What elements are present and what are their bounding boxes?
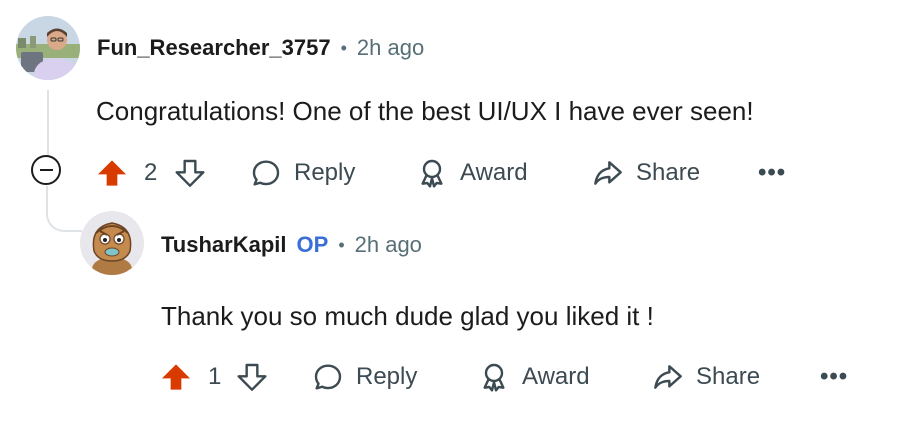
username[interactable]: Fun_Researcher_3757	[97, 35, 331, 61]
avatar[interactable]	[16, 16, 80, 80]
comment-action-bar: 1 Reply Award Share •••	[160, 357, 880, 397]
downvote-button[interactable]	[236, 357, 268, 397]
collapse-thread-button[interactable]	[31, 155, 61, 185]
reply-label: Reply	[356, 363, 418, 390]
share-button[interactable]: Share	[592, 153, 700, 193]
vote-count: 2	[144, 159, 158, 186]
more-options-button[interactable]: •••	[820, 357, 848, 397]
timestamp[interactable]: 2h ago	[355, 232, 422, 258]
reply-icon	[252, 160, 280, 186]
comment-action-bar: 2 Reply Award Share •••	[96, 153, 816, 193]
more-icon: •••	[758, 159, 787, 186]
reply-button[interactable]: Reply	[312, 357, 417, 397]
more-options-button[interactable]: •••	[758, 153, 786, 193]
user-avatar-image	[80, 211, 144, 275]
thread-line	[47, 90, 49, 156]
username[interactable]: TusharKapil	[161, 232, 287, 258]
award-icon	[483, 363, 505, 392]
award-button[interactable]: Award	[416, 153, 528, 193]
share-label: Share	[636, 159, 701, 186]
timestamp[interactable]: 2h ago	[357, 35, 424, 61]
comment-meta: Fun_Researcher_3757 • 2h ago	[97, 33, 424, 63]
upvote-button[interactable]	[160, 357, 192, 397]
reply-button[interactable]: Reply	[250, 153, 355, 193]
award-label: Award	[460, 159, 528, 186]
collapse-icon	[39, 169, 53, 171]
share-label: Share	[696, 363, 761, 390]
share-button[interactable]: Share	[652, 357, 760, 397]
upvote-icon	[162, 364, 190, 390]
award-button[interactable]: Award	[478, 357, 590, 397]
share-icon	[594, 161, 622, 185]
op-badge: OP	[296, 232, 329, 257]
vote-count: 1	[208, 363, 222, 390]
upvote-icon	[98, 160, 126, 186]
meta-separator: •	[340, 37, 347, 58]
comment-body: Congratulations! One of the best UI/UX I…	[96, 96, 754, 126]
upvote-button[interactable]	[96, 153, 128, 193]
reply-icon	[314, 364, 342, 390]
thread-connector	[46, 186, 82, 232]
more-icon: •••	[820, 363, 849, 390]
downvote-button[interactable]	[174, 153, 206, 193]
share-icon	[654, 365, 682, 389]
reply-label: Reply	[294, 159, 356, 186]
avatar[interactable]	[80, 211, 144, 275]
user-avatar-image	[16, 16, 80, 80]
meta-separator: •	[338, 234, 345, 255]
comment-body: Thank you so much dude glad you liked it…	[161, 301, 654, 331]
downvote-icon	[237, 363, 267, 391]
award-icon	[421, 159, 443, 188]
comment-meta: TusharKapil OP • 2h ago	[161, 230, 422, 260]
award-label: Award	[522, 363, 590, 390]
downvote-icon	[175, 159, 205, 187]
